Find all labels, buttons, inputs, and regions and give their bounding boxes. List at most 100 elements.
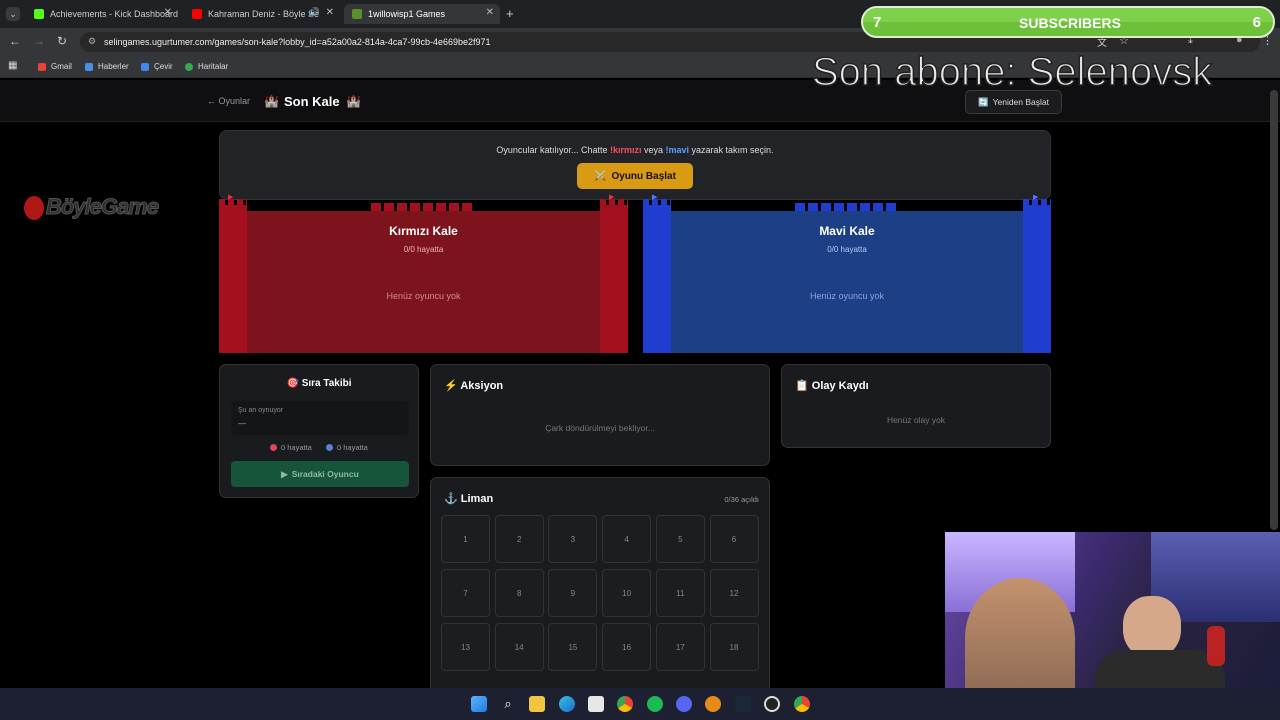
brand-watermark-logo: BöyleGame [24, 194, 160, 221]
chrome-profile-icon[interactable] [794, 696, 810, 712]
games-favicon-icon [352, 9, 362, 19]
current-player-label: Şu an oynuyor [238, 407, 284, 414]
blue-castle: ▶ ▶ Mavi Kale 0/0 hayatta Henüz oyuncu y… [643, 193, 1051, 353]
harbor-cell[interactable]: 18 [709, 623, 759, 671]
close-icon[interactable]: ✕ [486, 7, 494, 18]
gmail-icon [38, 62, 46, 71]
harbor-cell[interactable]: 13 [441, 623, 490, 671]
join-banner: Oyuncular katılıyor... Chatte !kırmızı v… [219, 130, 1051, 200]
discord-icon[interactable] [676, 696, 692, 712]
blue-empty-text: Henüz oyuncu yok [809, 291, 885, 301]
harbor-cell[interactable]: 4 [602, 515, 652, 563]
instruction-text: Oyuncular katılıyor... Chatte [496, 145, 610, 155]
red-flag-icon: ▶ [228, 194, 234, 201]
tab-label: Achievements - Kick Dashboard [50, 9, 178, 19]
webcam-microphone [1207, 626, 1225, 666]
bookmark-haritalar[interactable]: Haritalar [185, 62, 228, 71]
flame-icon [24, 196, 44, 221]
harbor-cell[interactable]: 16 [602, 623, 652, 671]
spotify-icon[interactable] [647, 696, 663, 712]
apps-grid-icon[interactable]: ▦ [8, 60, 17, 71]
site-info-icon[interactable]: ⚙ [88, 36, 96, 47]
start-game-button[interactable]: ⚔️ Oyunu Başlat [577, 163, 693, 189]
red-alive-count: 0/0 hayatta [403, 245, 444, 254]
sub-goal-right: 6 [1252, 14, 1261, 31]
action-panel: ⚡ Aksiyon Çark döndürülmeyi bekliyor... [430, 364, 770, 466]
bookmark-cevir[interactable]: Çevir [141, 62, 173, 71]
harbor-cell[interactable]: 10 [602, 569, 652, 617]
url-text: selingames.ugurtumer.com/games/son-kale?… [104, 37, 491, 47]
red-command: !kırmızı [609, 145, 642, 155]
tab-kick-dashboard[interactable]: Achievements - Kick Dashboard ✕ [26, 4, 178, 24]
webcam-feed [945, 532, 1280, 688]
chrome-icon[interactable] [617, 696, 633, 712]
obs-icon[interactable] [764, 696, 780, 712]
next-player-button[interactable]: ▶ Sıradaki Oyuncu [231, 461, 409, 487]
event-log-title: 📋 Olay Kaydı [795, 379, 869, 392]
red-alive-text: 0 hayatta [281, 443, 312, 452]
red-flag-icon: ▶ [609, 194, 615, 201]
harbor-cell[interactable]: 8 [494, 569, 544, 617]
bookmark-gmail[interactable]: Gmail [38, 62, 72, 71]
harbor-cell[interactable]: 15 [548, 623, 598, 671]
harbor-cell[interactable]: 9 [548, 569, 598, 617]
tab-label: Kahraman Deniz - Böyle Se [208, 9, 320, 19]
restart-label: Yeniden Başlat [992, 97, 1049, 107]
bookmark-label: Gmail [51, 62, 72, 71]
join-instructions: Oyuncular katılıyor... Chatte !kırmızı v… [220, 145, 1050, 155]
harbor-cell[interactable]: 12 [709, 569, 759, 617]
harbor-cell[interactable]: 1 [441, 515, 490, 563]
lightning-icon: ⚡ [444, 380, 458, 392]
steam-icon[interactable] [735, 696, 751, 712]
app-icon[interactable] [705, 696, 721, 712]
new-tab-button[interactable]: + [506, 6, 514, 21]
windows-taskbar: ⌕ [0, 688, 1280, 720]
blue-alive-text: 0 hayatta [337, 443, 368, 452]
tab-youtube[interactable]: Kahraman Deniz - Böyle Se 🔊 ✕ [184, 4, 340, 24]
subscriber-goal-bar: 7 SUBSCRIBERS 6 [861, 6, 1275, 38]
action-status: Çark döndürülmeyi bekliyor... [545, 423, 655, 433]
forward-arrow-icon[interactable]: → [33, 34, 45, 48]
instruction-text: veya [641, 145, 666, 155]
castle-icon: 🏰 [264, 94, 279, 108]
next-player-label: Sıradaki Oyuncu [291, 469, 359, 479]
webcam-person-left [965, 578, 1075, 688]
news-icon [85, 62, 93, 71]
search-icon[interactable]: ⌕ [500, 696, 516, 712]
instruction-text: yazarak takım seçin. [689, 145, 774, 155]
store-icon[interactable] [588, 696, 604, 712]
windows-start-icon[interactable] [471, 696, 487, 712]
harbor-cell[interactable]: 2 [494, 515, 544, 563]
page-scrollbar[interactable] [1270, 90, 1278, 530]
back-to-games-link[interactable]: ← Oyunlar [207, 96, 250, 106]
close-icon[interactable]: ✕ [164, 7, 172, 18]
edge-icon[interactable] [559, 696, 575, 712]
speaker-icon[interactable]: 🔊 [309, 7, 320, 18]
harbor-cell[interactable]: 17 [655, 623, 705, 671]
blue-flag-icon: ▶ [652, 194, 658, 201]
harbor-cell[interactable]: 6 [709, 515, 759, 563]
target-icon: 🎯 [286, 378, 299, 389]
harbor-cell[interactable]: 11 [655, 569, 705, 617]
harbor-cell[interactable]: 5 [655, 515, 705, 563]
blue-command: !mavi [665, 145, 690, 155]
close-icon[interactable]: ✕ [326, 7, 334, 18]
back-arrow-icon[interactable]: ← [9, 34, 21, 48]
tab-search-button[interactable]: ⌄ [6, 7, 20, 21]
reload-icon[interactable]: ↻ [57, 34, 67, 48]
blue-dot-icon [326, 444, 333, 451]
red-empty-text: Henüz oyuncu yok [386, 291, 461, 301]
translate-icon [141, 62, 149, 71]
tab-games[interactable]: 1willowisp1 Games ✕ [344, 4, 500, 24]
action-title: ⚡ Aksiyon [444, 379, 503, 392]
harbor-cell[interactable]: 7 [441, 569, 490, 617]
blue-alive-summary: 0 hayatta [326, 443, 368, 452]
harbor-cell[interactable]: 14 [494, 623, 544, 671]
harbor-cell[interactable]: 3 [548, 515, 598, 563]
maps-pin-icon [185, 62, 193, 71]
tab-label: 1willowisp1 Games [368, 9, 446, 19]
file-explorer-icon[interactable] [529, 696, 545, 712]
play-icon: ▶ [281, 468, 288, 479]
bookmark-haberler[interactable]: Haberler [85, 62, 129, 71]
game-page: ← Oyunlar 🏰 Son Kale 🏰 🔄 Yeniden Başlat … [0, 6, 1280, 697]
